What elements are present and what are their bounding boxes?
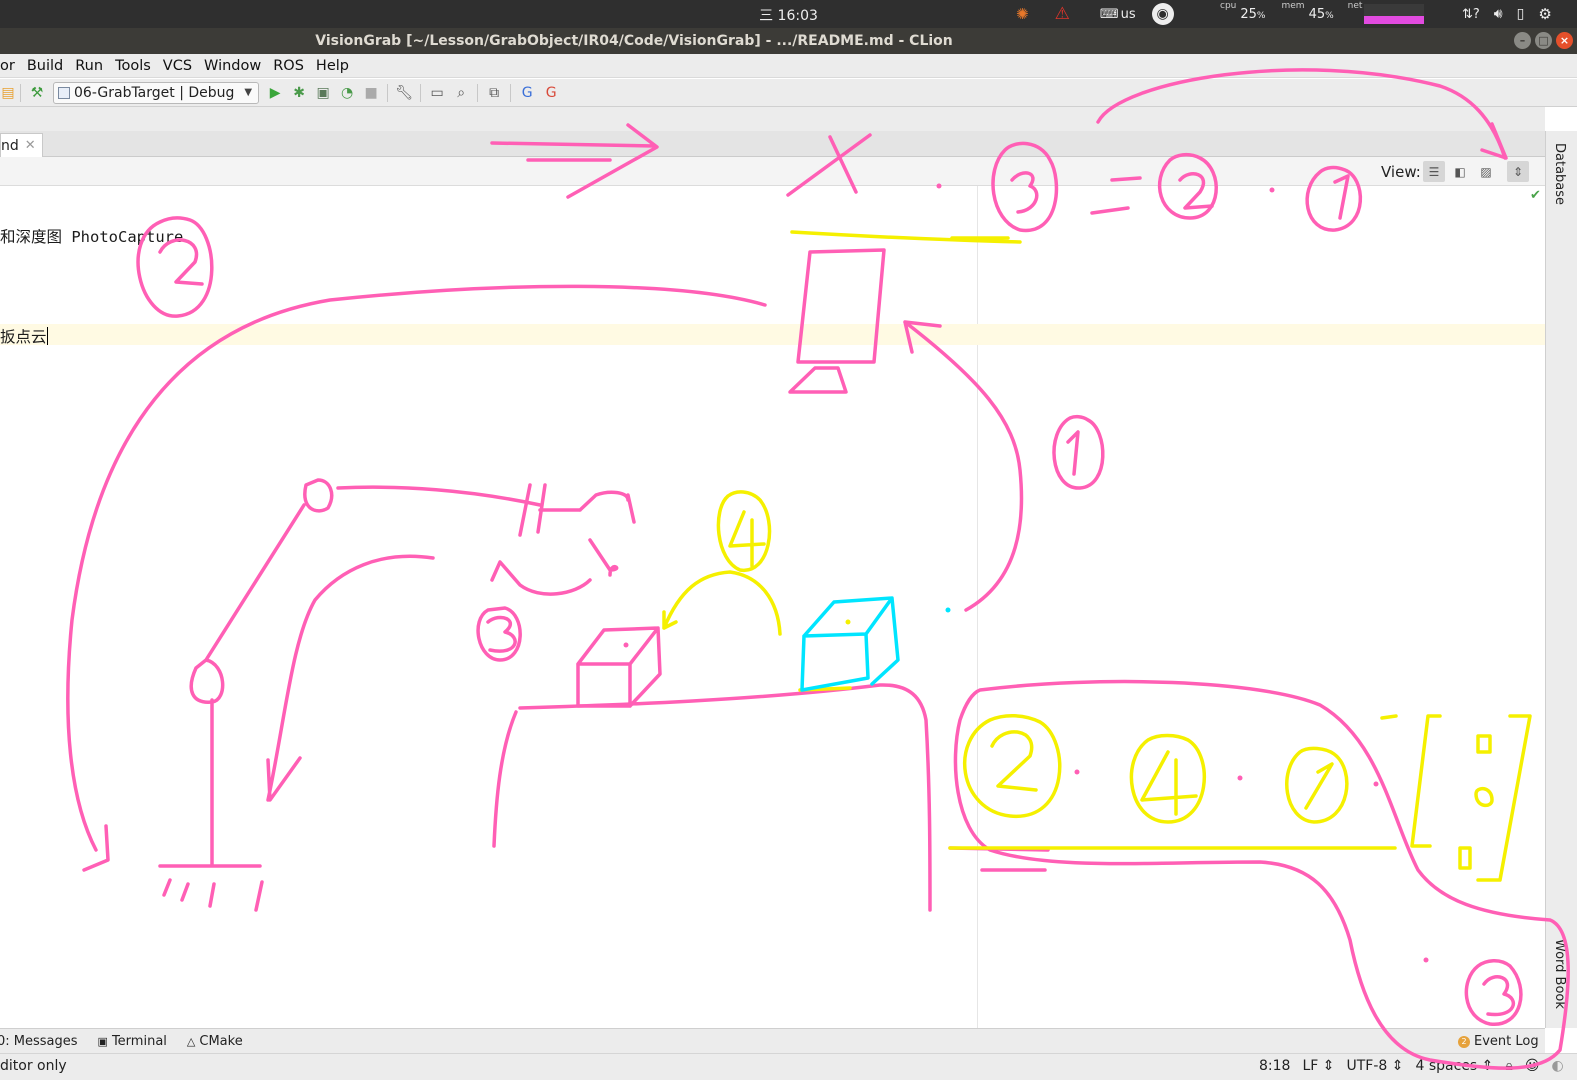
mem-label: mem [1281, 1, 1305, 11]
editor-tabs: nd ✕ [0, 131, 1545, 157]
tab-readme[interactable]: nd ✕ [0, 133, 43, 157]
volume-icon[interactable]: 🔊︎ [1494, 6, 1503, 22]
keyboard-icon[interactable]: ⌨ [1100, 7, 1119, 22]
keyboard-layout[interactable]: us [1121, 7, 1136, 22]
close-window-button[interactable]: × [1556, 32, 1573, 49]
menu-help[interactable]: Help [310, 58, 355, 74]
current-line-highlight [0, 324, 1545, 345]
terminal-tool-button[interactable]: ▣ Terminal [98, 1034, 167, 1049]
run-configuration-select[interactable]: 06-GrabTarget | Debug ▼ [53, 81, 260, 104]
chevron-down-icon: ▼ [244, 87, 253, 98]
window-titlebar[interactable]: VisionGrab [~/Lesson/GrabObject/IR04/Cod… [0, 28, 1577, 54]
messages-tool-button[interactable]: 0: Messages [0, 1034, 78, 1049]
right-tool-strip: Database Word Book [1545, 131, 1577, 1028]
menu-run[interactable]: Run [69, 58, 109, 74]
battery-icon[interactable]: ▯ [1517, 6, 1525, 22]
toolbar-separator [387, 83, 389, 102]
cmake-target-icon [58, 86, 70, 99]
main-toolbar: ▤ ⚒ 06-GrabTarget | Debug ▼ ▶ ✱ ▣ ◔ ■ 🔧︎… [0, 79, 1577, 107]
settings-wrench-icon[interactable]: 🔧︎ [392, 82, 416, 104]
editor-line-current: 扳点云 [0, 327, 49, 346]
cmake-triangle-icon: △ [186, 1034, 196, 1048]
toolbar-separator [20, 83, 21, 102]
build-hammer-icon[interactable]: ⚒ [25, 82, 49, 104]
editor-mode-status: ditor only [0, 1058, 67, 1074]
mem-value: 45% [1308, 6, 1334, 22]
navigation-bar [0, 107, 1545, 131]
tool-window-bar: 0: Messages ▣ Terminal △ CMake 2 Event Log [0, 1028, 1545, 1053]
tray-right: ⇅? 🔊︎ ▯ ⚙ [1462, 0, 1552, 28]
network-icon[interactable]: ⇅? [1462, 7, 1480, 22]
menu-ros[interactable]: ROS [267, 58, 310, 74]
cmake-tool-button[interactable]: △ CMake [187, 1034, 243, 1049]
view-label: View: [1381, 163, 1421, 181]
stop-icon[interactable]: ■ [359, 82, 383, 104]
database-tool-button[interactable]: Database [1552, 143, 1567, 205]
lock-icon[interactable]: 🔒︎ [1505, 1058, 1512, 1074]
window-controls: – □ × [1514, 32, 1573, 49]
search-icon[interactable]: ⌕ [449, 82, 473, 104]
run-configuration-label: 06-GrabTarget | Debug [74, 84, 235, 101]
memory-indicator-icon[interactable]: ◐ [1551, 1058, 1563, 1074]
toolbar-separator [420, 83, 422, 102]
close-icon[interactable]: ✕ [25, 138, 36, 153]
warning-icon[interactable]: ⚠ [1055, 4, 1070, 24]
menu-window[interactable]: Window [198, 58, 267, 74]
markdown-view-bar: View: ☰ ◧ ▨ ⇕ [0, 157, 1545, 186]
translate-icon[interactable]: G [515, 82, 539, 104]
menu-build[interactable]: Build [21, 58, 69, 74]
translate-replace-icon[interactable]: G [539, 82, 563, 104]
net-label: net [1347, 1, 1363, 11]
clion-desktop: 三 16:03 ✺ ⚠ ⌨ us ◉ cpu 25% mem 45% net ⇅… [0, 0, 1577, 1080]
system-monitor[interactable]: cpu 25% mem 45% net [1220, 0, 1425, 28]
run-coverage-icon[interactable]: ▣ [311, 82, 335, 104]
toolbar-separator [510, 83, 512, 102]
window-title: VisionGrab [~/Lesson/GrabObject/IR04/Cod… [315, 33, 953, 49]
split-view-icon[interactable]: ◧ [1449, 161, 1471, 182]
project-structure-icon[interactable]: ▤ [0, 82, 16, 104]
preview-only-view-icon[interactable]: ▨ [1475, 161, 1497, 182]
menu-editor[interactable]: or [0, 58, 21, 74]
event-count-badge: 2 [1458, 1035, 1470, 1048]
status-widgets: 8:18 LF ⇕ UTF-8 ⇕ 4 spaces ⇕ 🔒︎ ☺ ◐ [1259, 1058, 1564, 1074]
cpu-label: cpu [1220, 1, 1237, 11]
sync-scroll-icon[interactable]: ⇕ [1507, 161, 1529, 182]
inspector-icon[interactable]: ☺ [1525, 1058, 1540, 1074]
settings-gear-icon[interactable]: ⚙ [1538, 5, 1551, 23]
line-separator-select[interactable]: LF ⇕ [1302, 1058, 1334, 1074]
tray-left: ✺ ⚠ ⌨ us ◉ [1016, 0, 1174, 28]
indent-select[interactable]: 4 spaces ⇕ [1416, 1058, 1494, 1074]
code-editor[interactable]: 和深度图 PhotoCapture 扳点云 ✔ [0, 186, 1545, 1028]
firefox-tray-icon[interactable]: ✺ [1016, 5, 1029, 23]
main-menubar: or Build Run Tools VCS Window ROS Help [0, 54, 1577, 78]
cpu-value: 25% [1240, 6, 1266, 22]
event-log-tool-button[interactable]: 2 Event Log [1458, 1034, 1539, 1049]
project-window-icon[interactable]: ▭ [425, 82, 449, 104]
run-icon[interactable]: ▶ [263, 82, 287, 104]
net-graph [1364, 4, 1425, 24]
terminal-icon: ▣ [97, 1034, 108, 1048]
inspection-ok-icon[interactable]: ✔ [1530, 188, 1541, 203]
profile-icon[interactable]: ◔ [335, 82, 359, 104]
menu-vcs[interactable]: VCS [157, 58, 198, 74]
menu-tools[interactable]: Tools [109, 58, 157, 74]
status-bar: ditor only 8:18 LF ⇕ UTF-8 ⇕ 4 spaces ⇕ … [0, 1053, 1577, 1080]
wordbook-tool-button[interactable]: Word Book [1552, 939, 1567, 1009]
caret-position[interactable]: 8:18 [1259, 1058, 1290, 1074]
right-margin-guide [977, 186, 978, 1028]
minimize-button[interactable]: – [1514, 32, 1531, 49]
vcs-icon[interactable]: ⧉ [482, 82, 506, 104]
toolbar-separator [477, 83, 479, 102]
encoding-select[interactable]: UTF-8 ⇕ [1347, 1058, 1404, 1074]
text-caret [46, 327, 49, 345]
editor-line: 和深度图 PhotoCapture [0, 228, 184, 246]
system-top-panel: 三 16:03 ✺ ⚠ ⌨ us ◉ cpu 25% mem 45% net ⇅… [0, 0, 1577, 28]
maximize-button[interactable]: □ [1535, 32, 1552, 49]
obs-tray-icon[interactable]: ◉ [1151, 3, 1174, 25]
debug-bug-icon[interactable]: ✱ [287, 82, 311, 104]
editor-only-view-icon[interactable]: ☰ [1423, 161, 1445, 182]
tab-label: nd [1, 137, 19, 154]
